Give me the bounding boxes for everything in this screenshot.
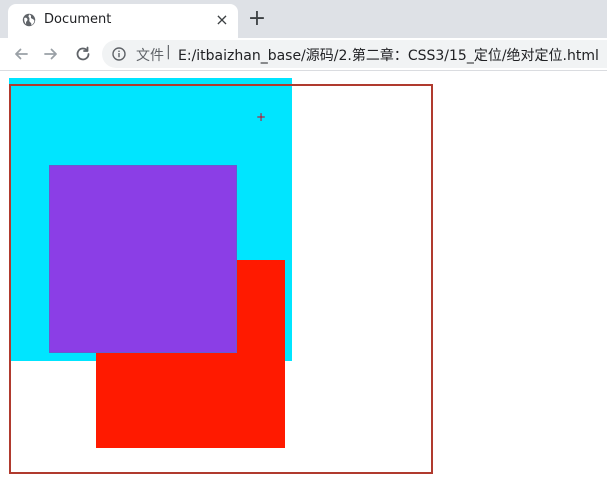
- crosshair-cursor-icon: +: [256, 110, 267, 124]
- address-separator: |: [166, 44, 171, 60]
- reload-icon[interactable]: [72, 43, 94, 65]
- arrow-left-icon[interactable]: [10, 43, 32, 65]
- browser-window: Document × + 文件 | E:/itbaizhan_base/源码/2…: [0, 0, 607, 490]
- tab-strip: Document × +: [0, 0, 607, 38]
- scheme-label: 文件: [136, 48, 164, 64]
- globe-icon: [22, 13, 36, 27]
- info-icon[interactable]: [112, 47, 126, 61]
- tab-title: Document: [44, 12, 112, 27]
- purple-box: [49, 165, 237, 353]
- tab-document[interactable]: Document ×: [8, 4, 238, 38]
- toolbar: 文件 | E:/itbaizhan_base/源码/2.第二章：CSS3/15_…: [0, 38, 607, 71]
- address-bar[interactable]: 文件 | E:/itbaizhan_base/源码/2.第二章：CSS3/15_…: [102, 40, 607, 68]
- page-viewport: +: [0, 71, 607, 490]
- new-tab-button[interactable]: +: [246, 8, 268, 30]
- arrow-right-icon[interactable]: [40, 43, 62, 65]
- close-icon[interactable]: ×: [213, 11, 231, 29]
- url-text[interactable]: E:/itbaizhan_base/源码/2.第二章：CSS3/15_定位/绝对…: [178, 45, 599, 65]
